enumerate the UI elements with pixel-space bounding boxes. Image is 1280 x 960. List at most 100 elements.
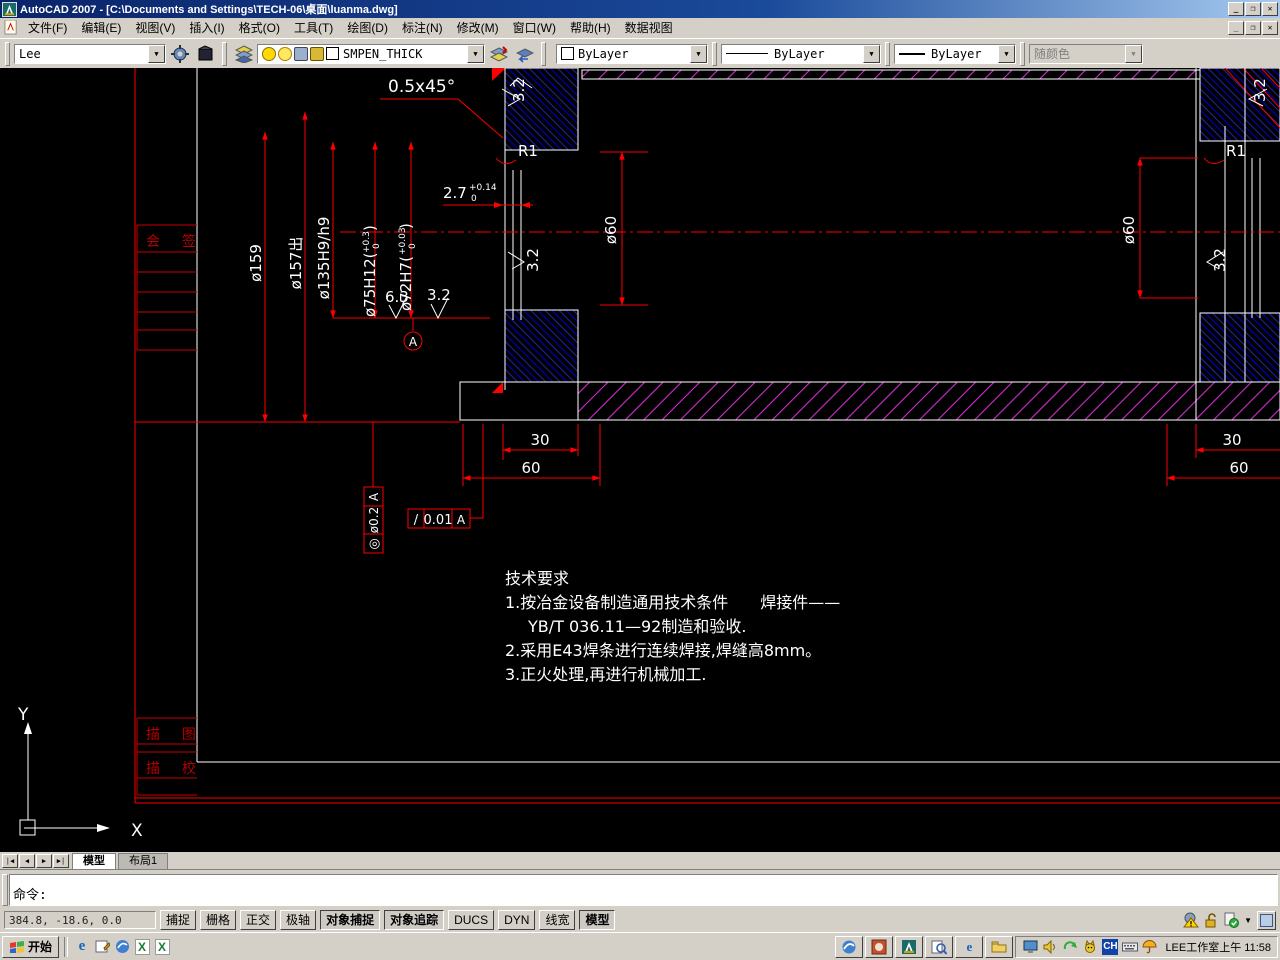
taskbar-window-msn-button[interactable] xyxy=(835,935,864,958)
clean-screen-button[interactable] xyxy=(1257,910,1276,930)
hub-lower-hatch-left[interactable] xyxy=(504,309,579,383)
tube-far-wall-hatch[interactable] xyxy=(581,69,1280,80)
dia60-left-dim[interactable]: ø60 xyxy=(600,151,648,306)
tab-prev-button[interactable]: ◀ xyxy=(19,853,35,868)
status-tray-menu-arrow[interactable]: ▼ xyxy=(1244,916,1252,925)
dia157-dim-text[interactable]: ø157出 xyxy=(287,237,305,290)
doc-minimize-button[interactable]: _ xyxy=(1228,20,1244,35)
tray-volume-icon[interactable] xyxy=(1042,938,1059,955)
toggle-polar[interactable]: 极轴 xyxy=(280,910,317,930)
tab-first-button[interactable]: |◀ xyxy=(2,853,18,868)
taskbar-window-media-button[interactable] xyxy=(865,935,894,958)
toggle-osnap[interactable]: 对象捕捉 xyxy=(320,910,381,930)
toggle-snap[interactable]: 捕捉 xyxy=(160,910,197,930)
menu-dimension[interactable]: 标注(N) xyxy=(395,17,450,38)
doc-close-button[interactable]: ✕ xyxy=(1262,20,1278,35)
toolbar-grip[interactable] xyxy=(712,41,717,66)
trace-block[interactable]: 描 图 描 校 xyxy=(136,717,205,796)
dim-2-7[interactable]: 2.7 +0.14 0 xyxy=(443,183,533,208)
hub-foot-left[interactable] xyxy=(459,381,579,421)
doc-restore-button[interactable]: ❐ xyxy=(1245,20,1261,35)
toggle-dyn[interactable]: DYN xyxy=(498,910,536,930)
menu-edit[interactable]: 编辑(E) xyxy=(74,17,128,38)
my-workspace-button[interactable] xyxy=(193,41,218,66)
tab-model[interactable]: 模型 xyxy=(72,852,116,869)
document-icon[interactable] xyxy=(4,20,19,35)
weld-mark-top-left[interactable] xyxy=(492,68,506,81)
quicklaunch-excel-doc-icon[interactable]: X xyxy=(133,938,151,956)
layer-color-swatch[interactable] xyxy=(326,47,339,60)
color-combo[interactable]: ByLayer ▼ xyxy=(556,43,708,64)
dimensions[interactable]: 0.5x45° ø159 ø157出 ø135H9/h9 ø75H12( +0.… xyxy=(135,77,1280,554)
tray-update-icon[interactable] xyxy=(1062,938,1079,955)
tab-last-button[interactable]: ▶| xyxy=(53,853,69,868)
unlock-icon[interactable] xyxy=(1202,912,1219,929)
fcf-horizontal[interactable]: / 0.01 A xyxy=(407,424,484,529)
minimize-button[interactable]: _ xyxy=(1228,2,1244,16)
quicklaunch-ie-icon[interactable]: e xyxy=(73,938,91,956)
roughness-32[interactable]: 3.2 xyxy=(427,286,451,320)
tab-next-button[interactable]: ▶ xyxy=(36,853,52,868)
drawing-status-icon[interactable] xyxy=(1222,912,1239,929)
roughness-32-bore-right[interactable]: 3.2 xyxy=(1206,248,1229,272)
layer-lock-icon[interactable] xyxy=(310,46,324,61)
tray-ime-language-badge[interactable]: CH xyxy=(1102,938,1119,955)
quicklaunch-excel-doc2-icon[interactable]: X xyxy=(153,938,171,956)
toggle-grid[interactable]: 栅格 xyxy=(200,910,237,930)
hub-lower-hatch-right[interactable] xyxy=(1199,312,1280,383)
chamfer-dim-text[interactable]: 0.5x45° xyxy=(388,77,455,97)
weld-mark-band-left[interactable] xyxy=(492,382,503,393)
dia60-right-dim[interactable]: ø60 xyxy=(1120,157,1198,299)
taskbar-window-search-button[interactable] xyxy=(925,935,954,958)
start-button[interactable]: 开始 xyxy=(2,935,60,958)
communication-center-icon[interactable] xyxy=(1182,912,1199,929)
technical-requirements[interactable]: 技术要求 1.按冶金设备制造通用技术条件 焊接件—— YB/T 036.11—9… xyxy=(505,569,840,684)
tray-keyboard-icon[interactable] xyxy=(1121,938,1138,955)
taskbar-window-ie-button[interactable]: e xyxy=(955,935,984,958)
command-window[interactable]: 命令: xyxy=(0,869,1280,908)
tray-pet-icon[interactable] xyxy=(1082,938,1099,955)
layer-on-bulb-icon[interactable] xyxy=(262,46,276,61)
toggle-lineweight[interactable]: 线宽 xyxy=(539,910,576,930)
plate-band-hatch[interactable] xyxy=(577,381,1280,421)
toolbar-grip[interactable] xyxy=(1020,41,1025,66)
menu-tools[interactable]: 工具(T) xyxy=(287,17,340,38)
fcf-vertical[interactable]: A ø0.2 ◎ xyxy=(363,422,384,554)
menu-file[interactable]: 文件(F) xyxy=(21,17,74,38)
toggle-otrack[interactable]: 对象追踪 xyxy=(384,910,445,930)
toolbar-grip[interactable] xyxy=(222,41,227,66)
command-input-area[interactable]: 命令: xyxy=(9,874,1278,906)
dia135-dim-text[interactable]: ø135H9/h9 xyxy=(315,217,333,300)
layer-freeze-sun-icon[interactable] xyxy=(278,46,292,61)
layer-vp-icon[interactable] xyxy=(294,46,308,61)
close-button[interactable]: ✕ xyxy=(1262,2,1278,16)
menu-draw[interactable]: 绘图(D) xyxy=(340,17,395,38)
combo-arrow-icon[interactable]: ▼ xyxy=(863,44,880,63)
taskbar-clock[interactable]: LEE工作室上午 11:58 xyxy=(1161,939,1271,955)
model-space-canvas[interactable]: 会 签 描 图 描 校 0.5x45° ø159 ø157出 ø135H9/h9… xyxy=(0,68,1280,852)
quicklaunch-show-desktop-icon[interactable] xyxy=(93,938,111,956)
make-object-layer-current-button[interactable] xyxy=(486,41,511,66)
toggle-ortho[interactable]: 正交 xyxy=(240,910,277,930)
menu-window[interactable]: 窗口(W) xyxy=(506,17,563,38)
toolbar-grip[interactable] xyxy=(5,41,10,66)
toggle-model-paper[interactable]: 模型 xyxy=(579,910,616,930)
dim-30-60-left[interactable]: 30 60 xyxy=(462,424,601,486)
roughness-63[interactable]: 6.3 xyxy=(385,288,409,320)
datum-a[interactable]: A xyxy=(403,318,423,351)
taskbar-window-folder-button[interactable] xyxy=(985,935,1014,958)
quicklaunch-outlook-icon[interactable] xyxy=(113,938,131,956)
tray-display-icon[interactable] xyxy=(1022,938,1039,955)
restore-button[interactable]: ❐ xyxy=(1245,2,1261,16)
roughness-32-top-right[interactable]: 3.2 xyxy=(1247,78,1269,107)
tab-layout1[interactable]: 布局1 xyxy=(118,852,169,869)
dim-30-60-right[interactable]: 30 60 xyxy=(1166,424,1280,486)
menu-insert[interactable]: 插入(I) xyxy=(182,17,231,38)
dia75-dim-text[interactable]: ø75H12( +0.3 0 ) xyxy=(361,225,382,317)
sheet-frame[interactable] xyxy=(134,68,1280,804)
toolbar-grip[interactable] xyxy=(541,41,546,66)
lineweight-combo[interactable]: ByLayer ▼ xyxy=(894,43,1016,64)
command-window-grip[interactable] xyxy=(2,874,8,906)
combo-arrow-icon[interactable]: ▼ xyxy=(998,44,1015,63)
signature-block[interactable]: 会 签 xyxy=(136,224,205,351)
